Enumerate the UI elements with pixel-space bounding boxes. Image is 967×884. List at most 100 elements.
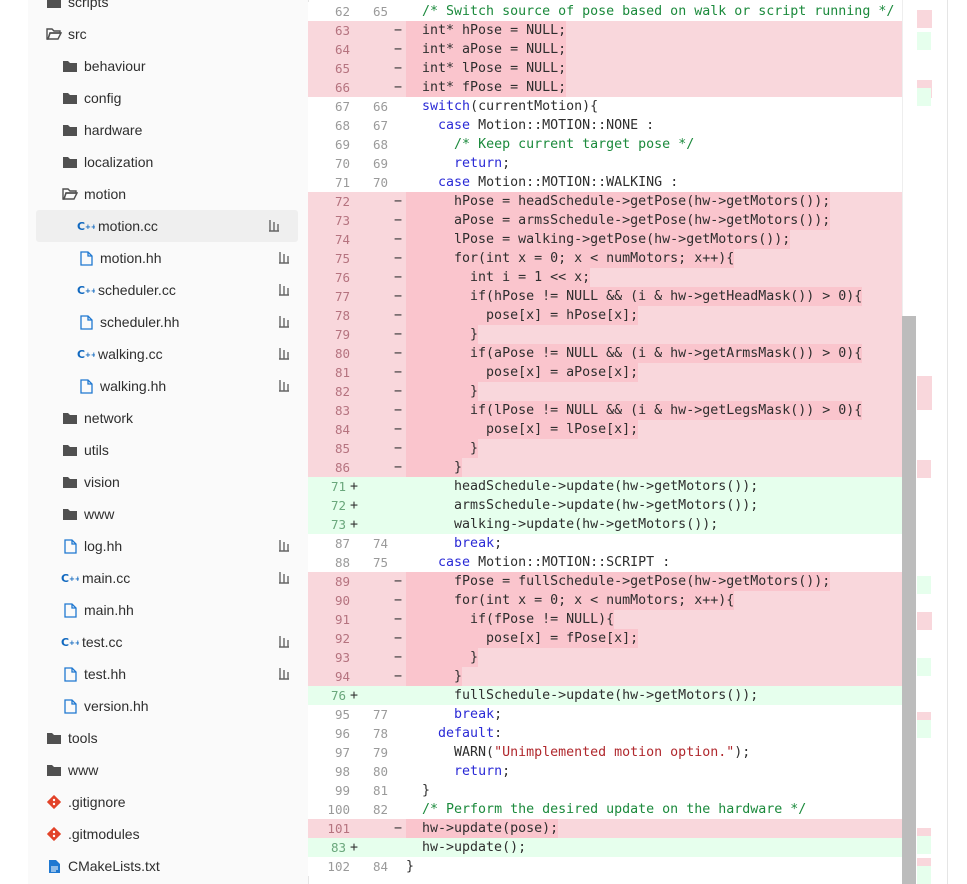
new-line-number[interactable]: 84 [348,857,388,876]
old-line-number[interactable]: 93 [310,648,350,667]
old-line-number[interactable]: 87 [310,534,350,553]
tree-item[interactable]: vision [28,466,308,498]
tree-item[interactable]: config [28,82,308,114]
tree-item[interactable]: CMakeLists.txt [28,850,308,882]
old-line-number[interactable]: 77 [310,287,350,306]
tree-item[interactable]: version.hh [28,690,308,722]
new-line-number[interactable]: 75 [348,553,388,572]
old-line-number[interactable]: 64 [310,40,350,59]
new-line-number[interactable]: 82 [348,800,388,819]
tree-item[interactable]: C ++ scheduler.cc [28,274,308,306]
new-line-number[interactable]: 69 [348,154,388,173]
tree-item[interactable]: test.hh [28,658,308,690]
tree-item-label: www [84,506,115,522]
old-line-number[interactable]: 90 [310,591,350,610]
old-line-number[interactable]: 91 [310,610,350,629]
tree-item[interactable]: C ++ main.cc [28,562,308,594]
old-line-number[interactable]: 100 [310,800,350,819]
new-line-number[interactable]: 80 [348,762,388,781]
new-line-number[interactable]: 77 [348,705,388,724]
new-line-number[interactable]: 78 [348,724,388,743]
new-line-number[interactable]: 71 [308,477,346,496]
new-line-number[interactable]: 66 [348,97,388,116]
diff-line-removed: 84 − pose[x] = lPose[x]; [308,420,916,439]
old-line-number[interactable]: 65 [310,59,350,78]
diff-line: 102 84} [308,857,916,876]
old-line-number[interactable]: 63 [310,21,350,40]
tree-item[interactable]: hardware [28,114,308,146]
old-line-number[interactable]: 86 [310,458,350,477]
old-line-number[interactable]: 67 [310,97,350,116]
tree-item[interactable]: .gitmodules [28,818,308,850]
new-line-number[interactable]: 81 [348,781,388,800]
new-line-number[interactable]: 67 [348,116,388,135]
tree-item[interactable]: C ++ motion.cc [36,210,298,242]
tree-item[interactable]: scheduler.hh [28,306,308,338]
old-line-number[interactable]: 95 [310,705,350,724]
tree-item[interactable]: www [28,754,308,786]
tree-item[interactable]: behaviour [28,50,308,82]
tree-item[interactable]: utils [28,434,308,466]
old-line-number[interactable]: 92 [310,629,350,648]
tree-item[interactable]: src [28,18,308,50]
tree-item[interactable]: .gitignore [28,786,308,818]
old-line-number[interactable]: 101 [310,819,350,838]
old-line-number[interactable]: 88 [310,553,350,572]
old-line-number[interactable]: 70 [310,154,350,173]
old-line-number[interactable]: 97 [310,743,350,762]
old-line-number[interactable]: 83 [310,401,350,420]
new-line-number[interactable]: 73 [308,515,346,534]
new-line-number[interactable]: 74 [348,534,388,553]
new-line-number[interactable]: 72 [308,496,346,515]
new-line-number[interactable]: 83 [308,838,346,857]
diff-line-removed: 63 − int* hPose = NULL; [308,21,916,40]
new-line-number[interactable]: 70 [348,173,388,192]
old-line-number[interactable]: 85 [310,439,350,458]
tree-item[interactable]: network [28,402,308,434]
code-text: int* hPose = NULL; [406,21,567,40]
old-line-number[interactable]: 62 [310,2,350,21]
folder-icon [62,410,78,426]
old-line-number[interactable]: 68 [310,116,350,135]
diff-line: 67 66 switch(currentMotion){ [308,97,916,116]
old-line-number[interactable]: 72 [310,192,350,211]
tree-item[interactable]: motion [28,178,308,210]
old-line-number[interactable]: 73 [310,211,350,230]
tree-item[interactable]: tools [28,722,308,754]
old-line-number[interactable]: 76 [310,268,350,287]
old-line-number[interactable]: 99 [310,781,350,800]
tree-item[interactable]: motion.hh [28,242,308,274]
old-line-number[interactable]: 80 [310,344,350,363]
tree-item[interactable]: www [28,498,308,530]
diff-line: 98 80 return; [308,762,916,781]
new-line-number[interactable]: 76 [308,686,346,705]
old-line-number[interactable]: 98 [310,762,350,781]
tree-item[interactable]: walking.hh [28,370,308,402]
old-line-number[interactable]: 79 [310,325,350,344]
tree-item[interactable]: C ++ test.cc [28,626,308,658]
tree-item-label: src [68,26,87,42]
old-line-number[interactable]: 82 [310,382,350,401]
new-line-number[interactable]: 68 [348,135,388,154]
old-line-number[interactable]: 94 [310,667,350,686]
tree-item[interactable]: log.hh [28,530,308,562]
tree-item[interactable]: main.hh [28,594,308,626]
new-line-number[interactable]: 65 [348,2,388,21]
old-line-number[interactable]: 81 [310,363,350,382]
tree-item[interactable]: localization [28,146,308,178]
tree-item[interactable]: scripts [28,0,308,18]
old-line-number[interactable]: 102 [310,857,350,876]
old-line-number[interactable]: 75 [310,249,350,268]
old-line-number[interactable]: 96 [310,724,350,743]
scrollbar-thumb[interactable] [902,316,916,884]
old-line-number[interactable]: 66 [310,78,350,97]
old-line-number[interactable]: 69 [310,135,350,154]
tree-item[interactable]: C ++ walking.cc [28,338,308,370]
old-line-number[interactable]: 89 [310,572,350,591]
code-text: headSchedule->update(hw->getMotors()); [406,479,759,494]
old-line-number[interactable]: 84 [310,420,350,439]
old-line-number[interactable]: 74 [310,230,350,249]
new-line-number[interactable]: 79 [348,743,388,762]
old-line-number[interactable]: 71 [310,173,350,192]
old-line-number[interactable]: 78 [310,306,350,325]
